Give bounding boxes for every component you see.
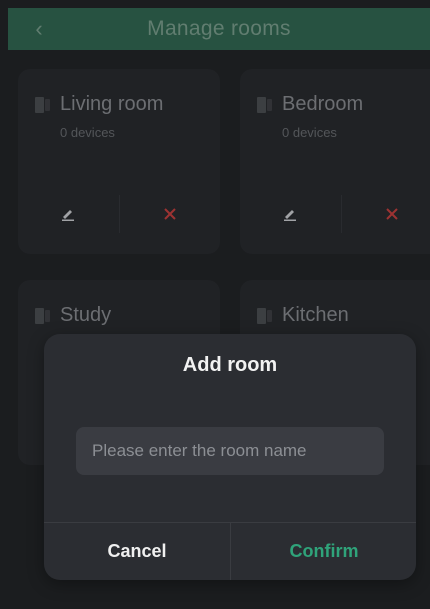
cancel-button[interactable]: Cancel: [44, 523, 230, 580]
add-room-dialog: Add room Cancel Confirm: [44, 334, 416, 580]
room-name-input[interactable]: [76, 427, 384, 475]
manage-rooms-page: ‹ Manage rooms Living room 0 devices Bed…: [0, 0, 430, 609]
confirm-button[interactable]: Confirm: [231, 523, 416, 580]
dialog-title: Add room: [182, 354, 278, 376]
